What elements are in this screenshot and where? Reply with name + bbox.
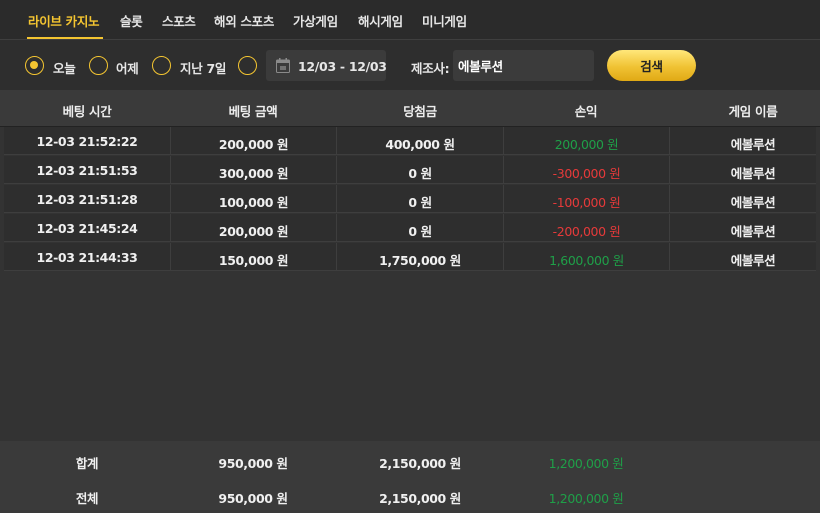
profit-loss-cell: -100,000 원	[552, 195, 621, 210]
search-button[interactable]: 검색	[607, 50, 696, 81]
table-header: 베팅 시간 베팅 금액 당첨금 손익 게임 이름	[0, 90, 820, 127]
total-sum-profit: 1,200,000 원	[548, 456, 624, 471]
tab-slot[interactable]: 슬롯	[120, 11, 143, 30]
table-body: 12-03 21:52:22 200,000 원 400,000 원 200,0…	[0, 127, 820, 441]
game-name-cell: 에볼루션	[730, 166, 776, 181]
filter-bar: 오늘 어제 지난 7일 12/03 - 12/03 제조사: 검색	[0, 40, 820, 90]
radio-yesterday[interactable]	[89, 56, 108, 75]
bet-amount-cell: 200,000 원	[218, 137, 289, 152]
maker-label: 제조사:	[411, 61, 450, 76]
tab-sports[interactable]: 스포츠	[162, 11, 196, 30]
bet-amount-cell: 150,000 원	[218, 253, 289, 268]
table-row: 12-03 21:44:33 150,000 원 1,750,000 원 1,6…	[4, 243, 816, 271]
profit-loss-cell: 200,000 원	[554, 137, 619, 152]
bet-time-cell: 12-03 21:44:33	[36, 250, 138, 265]
bet-time-cell: 12-03 21:45:24	[36, 221, 138, 236]
table-footer: 합계 950,000 원 2,150,000 원 1,200,000 원 전체 …	[0, 441, 820, 513]
radio-yesterday-label[interactable]: 어제	[116, 58, 139, 77]
game-name-cell: 에볼루션	[730, 253, 776, 268]
total-all-label: 전체	[75, 491, 99, 506]
winnings-cell: 0 원	[408, 224, 432, 239]
active-tab-indicator	[27, 37, 103, 39]
winnings-cell: 0 원	[408, 195, 432, 210]
date-range-value: 12/03 - 12/03	[298, 59, 387, 74]
calendar-icon	[276, 58, 290, 73]
game-category-tabs: 라이브 카지노 슬롯 스포츠 해외 스포츠 가상게임 해시게임 미니게임	[0, 0, 820, 40]
maker-input[interactable]	[453, 50, 594, 81]
profit-loss-cell: 1,600,000 원	[549, 253, 624, 268]
winnings-cell: 0 원	[408, 166, 432, 181]
game-name-cell: 에볼루션	[730, 137, 776, 152]
total-all-win: 2,150,000 원	[379, 491, 461, 506]
profit-loss-cell: -300,000 원	[552, 166, 621, 181]
total-all-profit: 1,200,000 원	[548, 491, 624, 506]
table-row: 12-03 21:52:22 200,000 원 400,000 원 200,0…	[4, 127, 816, 155]
bet-amount-cell: 200,000 원	[218, 224, 289, 239]
total-all-bet: 950,000 원	[218, 491, 288, 506]
radio-last-7-days-label[interactable]: 지난 7일	[180, 58, 226, 77]
header-bet-time: 베팅 시간	[62, 104, 112, 119]
radio-custom-range[interactable]	[238, 56, 257, 75]
table-row: 12-03 21:45:24 200,000 원 0 원 -200,000 원 …	[4, 214, 816, 242]
table-row: 12-03 21:51:28 100,000 원 0 원 -100,000 원 …	[4, 185, 816, 213]
game-name-cell: 에볼루션	[730, 195, 776, 210]
total-sum-bet: 950,000 원	[218, 456, 288, 471]
radio-today-label[interactable]: 오늘	[53, 58, 76, 77]
profit-loss-cell: -200,000 원	[552, 224, 621, 239]
tab-virtual-game[interactable]: 가상게임	[293, 11, 338, 30]
game-name-cell: 에볼루션	[730, 224, 776, 239]
date-range-picker[interactable]: 12/03 - 12/03	[266, 50, 387, 81]
bet-time-cell: 12-03 21:51:28	[36, 192, 138, 207]
header-bet-amount: 베팅 금액	[228, 104, 278, 119]
tab-live-casino[interactable]: 라이브 카지노	[28, 11, 100, 30]
table-row: 12-03 21:51:53 300,000 원 0 원 -300,000 원 …	[4, 156, 816, 184]
winnings-cell: 1,750,000 원	[379, 253, 461, 268]
tab-mini-game[interactable]: 미니게임	[422, 11, 467, 30]
total-all-row: 전체 950,000 원 2,150,000 원 1,200,000 원	[0, 476, 820, 512]
total-sum-row: 합계 950,000 원 2,150,000 원 1,200,000 원	[0, 441, 820, 477]
radio-last-7-days[interactable]	[152, 56, 171, 75]
tab-overseas-sports[interactable]: 해외 스포츠	[214, 11, 274, 30]
header-winnings: 당첨금	[403, 104, 437, 119]
bet-time-cell: 12-03 21:52:22	[36, 134, 138, 149]
tab-hash-game[interactable]: 해시게임	[358, 11, 403, 30]
bet-time-cell: 12-03 21:51:53	[36, 163, 138, 178]
winnings-cell: 400,000 원	[385, 137, 455, 152]
header-game-name: 게임 이름	[728, 104, 778, 119]
total-sum-label: 합계	[75, 456, 99, 471]
radio-today[interactable]	[25, 56, 44, 75]
total-sum-win: 2,150,000 원	[379, 456, 461, 471]
bet-amount-cell: 300,000 원	[218, 166, 289, 181]
bet-amount-cell: 100,000 원	[218, 195, 289, 210]
header-profit-loss: 손익	[574, 104, 598, 119]
